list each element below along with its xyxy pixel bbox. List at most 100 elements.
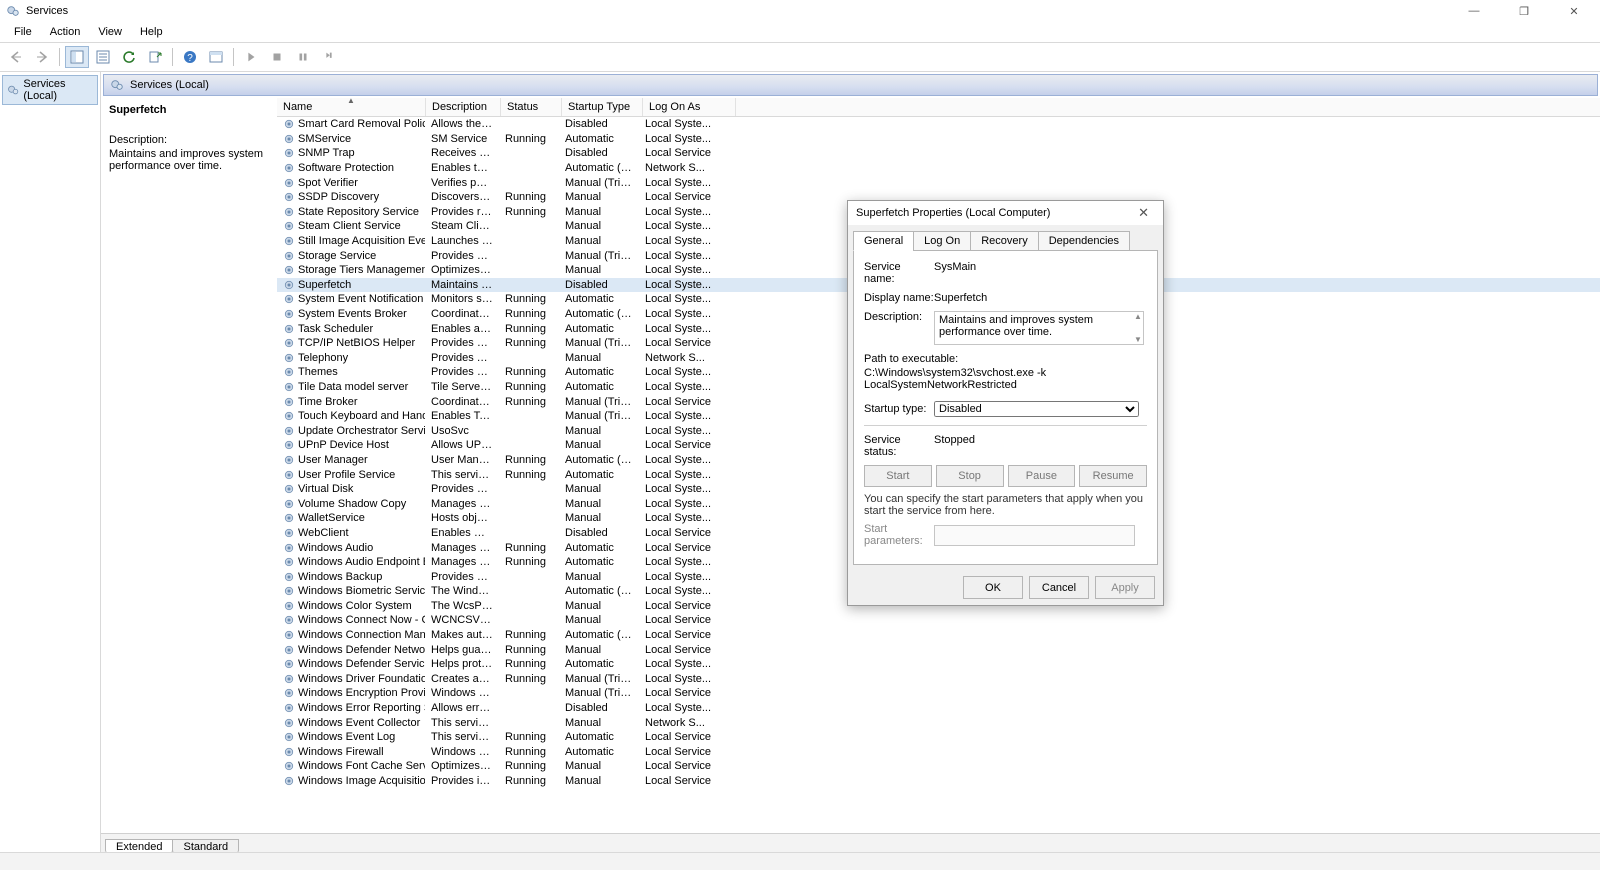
cell-log-on-as: Local Syste...: [639, 425, 731, 437]
service-row[interactable]: Windows Image Acquisitio...Provides im..…: [277, 774, 1600, 789]
column-status[interactable]: Status: [501, 98, 562, 116]
column-log-on-as[interactable]: Log On As: [643, 98, 736, 116]
service-row[interactable]: SNMP TrapReceives tra...DisabledLocal Se…: [277, 146, 1600, 161]
menu-view[interactable]: View: [90, 24, 130, 40]
service-pause-button[interactable]: Pause: [1008, 465, 1076, 487]
cell-description: Receives tra...: [425, 147, 499, 159]
service-row[interactable]: Windows Event CollectorThis service ...M…: [277, 715, 1600, 730]
cell-status: Running: [499, 775, 559, 787]
maximize-button[interactable]: ❐: [1504, 0, 1544, 22]
stop-service-button[interactable]: [265, 46, 289, 68]
dialog-apply-button[interactable]: Apply: [1095, 576, 1155, 599]
tree-pane: Services (Local): [0, 72, 101, 852]
help-button[interactable]: [178, 46, 202, 68]
cell-log-on-as: Local Syste...: [639, 118, 731, 130]
cell-description: Provides Tel...: [425, 352, 499, 364]
cell-description: Verifies pote...: [425, 177, 499, 189]
column-startup-type[interactable]: Startup Type: [562, 98, 643, 116]
service-stop-button[interactable]: Stop: [936, 465, 1004, 487]
cell-description: SM Service: [425, 133, 499, 145]
cell-log-on-as: Local Syste...: [639, 235, 731, 247]
service-row[interactable]: SMServiceSM ServiceRunningAutomaticLocal…: [277, 132, 1600, 147]
menu-help[interactable]: Help: [132, 24, 171, 40]
start-parameters-input[interactable]: [934, 525, 1135, 546]
cell-description: Provides en...: [425, 250, 499, 262]
dialog-tab-general[interactable]: General: [853, 231, 914, 251]
nav-forward-button[interactable]: [30, 46, 54, 68]
column-name[interactable]: ▲Name: [277, 98, 426, 116]
properties-button[interactable]: [91, 46, 115, 68]
service-row[interactable]: Windows Event LogThis service ...Running…: [277, 730, 1600, 745]
cell-name: Spot Verifier: [298, 177, 358, 189]
scroll-up-icon[interactable]: ▲: [1134, 312, 1142, 321]
show-tree-button[interactable]: [65, 46, 89, 68]
cell-log-on-as: Local Service: [639, 439, 731, 451]
cell-description: Optimizes p...: [425, 760, 499, 772]
dialog-tab-logon[interactable]: Log On: [913, 231, 971, 251]
service-row[interactable]: Software ProtectionEnables the ...Automa…: [277, 161, 1600, 176]
service-row[interactable]: Windows Defender ServiceHelps prote...Ru…: [277, 657, 1600, 672]
minimize-button[interactable]: —: [1454, 0, 1494, 22]
dialog-cancel-button[interactable]: Cancel: [1029, 576, 1089, 599]
cell-status: Running: [499, 644, 559, 656]
label-service-name: Service name:: [864, 261, 934, 285]
column-description[interactable]: Description: [426, 98, 501, 116]
cell-description: Provides im...: [425, 775, 499, 787]
dialog-tab-recovery[interactable]: Recovery: [970, 231, 1038, 251]
cell-startup-type: Manual: [559, 760, 639, 772]
cell-status: Running: [499, 133, 559, 145]
cell-name: Windows Audio Endpoint B...: [298, 556, 425, 568]
tab-extended[interactable]: Extended: [105, 839, 173, 852]
nav-back-button[interactable]: [4, 46, 28, 68]
cell-name: TCP/IP NetBIOS Helper: [298, 337, 415, 349]
refresh-button[interactable]: [117, 46, 141, 68]
gear-icon: [283, 308, 295, 320]
restart-service-button[interactable]: [317, 46, 341, 68]
service-row[interactable]: Windows Font Cache ServiceOptimizes p...…: [277, 759, 1600, 774]
service-row[interactable]: Windows FirewallWindows Fi...RunningAuto…: [277, 745, 1600, 760]
export-list-button[interactable]: [143, 46, 167, 68]
start-service-button[interactable]: [239, 46, 263, 68]
service-row[interactable]: Spot VerifierVerifies pote...Manual (Tri…: [277, 175, 1600, 190]
cell-description: Provides us...: [425, 366, 499, 378]
service-row[interactable]: Windows Connection Mana...Makes auto...R…: [277, 628, 1600, 643]
cell-startup-type: Manual: [559, 600, 639, 612]
scroll-down-icon[interactable]: ▼: [1134, 335, 1142, 344]
menu-file[interactable]: File: [6, 24, 40, 40]
close-button[interactable]: ✕: [1554, 0, 1594, 22]
cell-description: Hosts objec...: [425, 512, 499, 524]
tab-standard[interactable]: Standard: [172, 839, 239, 852]
service-resume-button[interactable]: Resume: [1079, 465, 1147, 487]
gear-icon: [283, 658, 295, 670]
dialog-tab-dependencies[interactable]: Dependencies: [1038, 231, 1130, 251]
cell-name: Storage Service: [298, 250, 376, 262]
service-row[interactable]: Windows Connect Now - C...WCNCSVC ...Man…: [277, 613, 1600, 628]
description-textbox[interactable]: Maintains and improves system performanc…: [934, 311, 1144, 345]
service-row[interactable]: Windows Driver Foundation...Creates and.…: [277, 672, 1600, 687]
cell-name: Task Scheduler: [298, 323, 373, 335]
cell-description: Enables Win...: [425, 527, 499, 539]
tree-node-services-local[interactable]: Services (Local): [2, 75, 98, 105]
label-path-to-executable: Path to executable:: [864, 353, 1147, 365]
console-button[interactable]: [204, 46, 228, 68]
cell-description: Windows E...: [425, 687, 499, 699]
cell-description: This service ...: [425, 717, 499, 729]
cell-name: Windows Error Reporting Se...: [298, 702, 425, 714]
gear-icon: [283, 483, 295, 495]
gear-icon: [283, 439, 295, 451]
service-row[interactable]: Windows Error Reporting Se...Allows erro…: [277, 701, 1600, 716]
service-row[interactable]: Windows Encryption Provid...Windows E...…: [277, 686, 1600, 701]
cell-startup-type: Automatic: [559, 542, 639, 554]
service-row[interactable]: Windows Defender Networ...Helps guard...…: [277, 642, 1600, 657]
service-row[interactable]: Smart Card Removal PolicyAllows the s...…: [277, 117, 1600, 132]
startup-type-select[interactable]: Automatic (Delayed Start)AutomaticManual…: [934, 401, 1139, 417]
dialog-close-button[interactable]: ✕: [1132, 203, 1155, 223]
dialog-ok-button[interactable]: OK: [963, 576, 1023, 599]
pause-service-button[interactable]: [291, 46, 315, 68]
status-bar: [0, 852, 1600, 870]
gears-icon: [110, 78, 124, 92]
service-start-button[interactable]: Start: [864, 465, 932, 487]
cell-log-on-as: Local Syste...: [639, 702, 731, 714]
cell-description: Windows Fi...: [425, 746, 499, 758]
menu-action[interactable]: Action: [42, 24, 89, 40]
